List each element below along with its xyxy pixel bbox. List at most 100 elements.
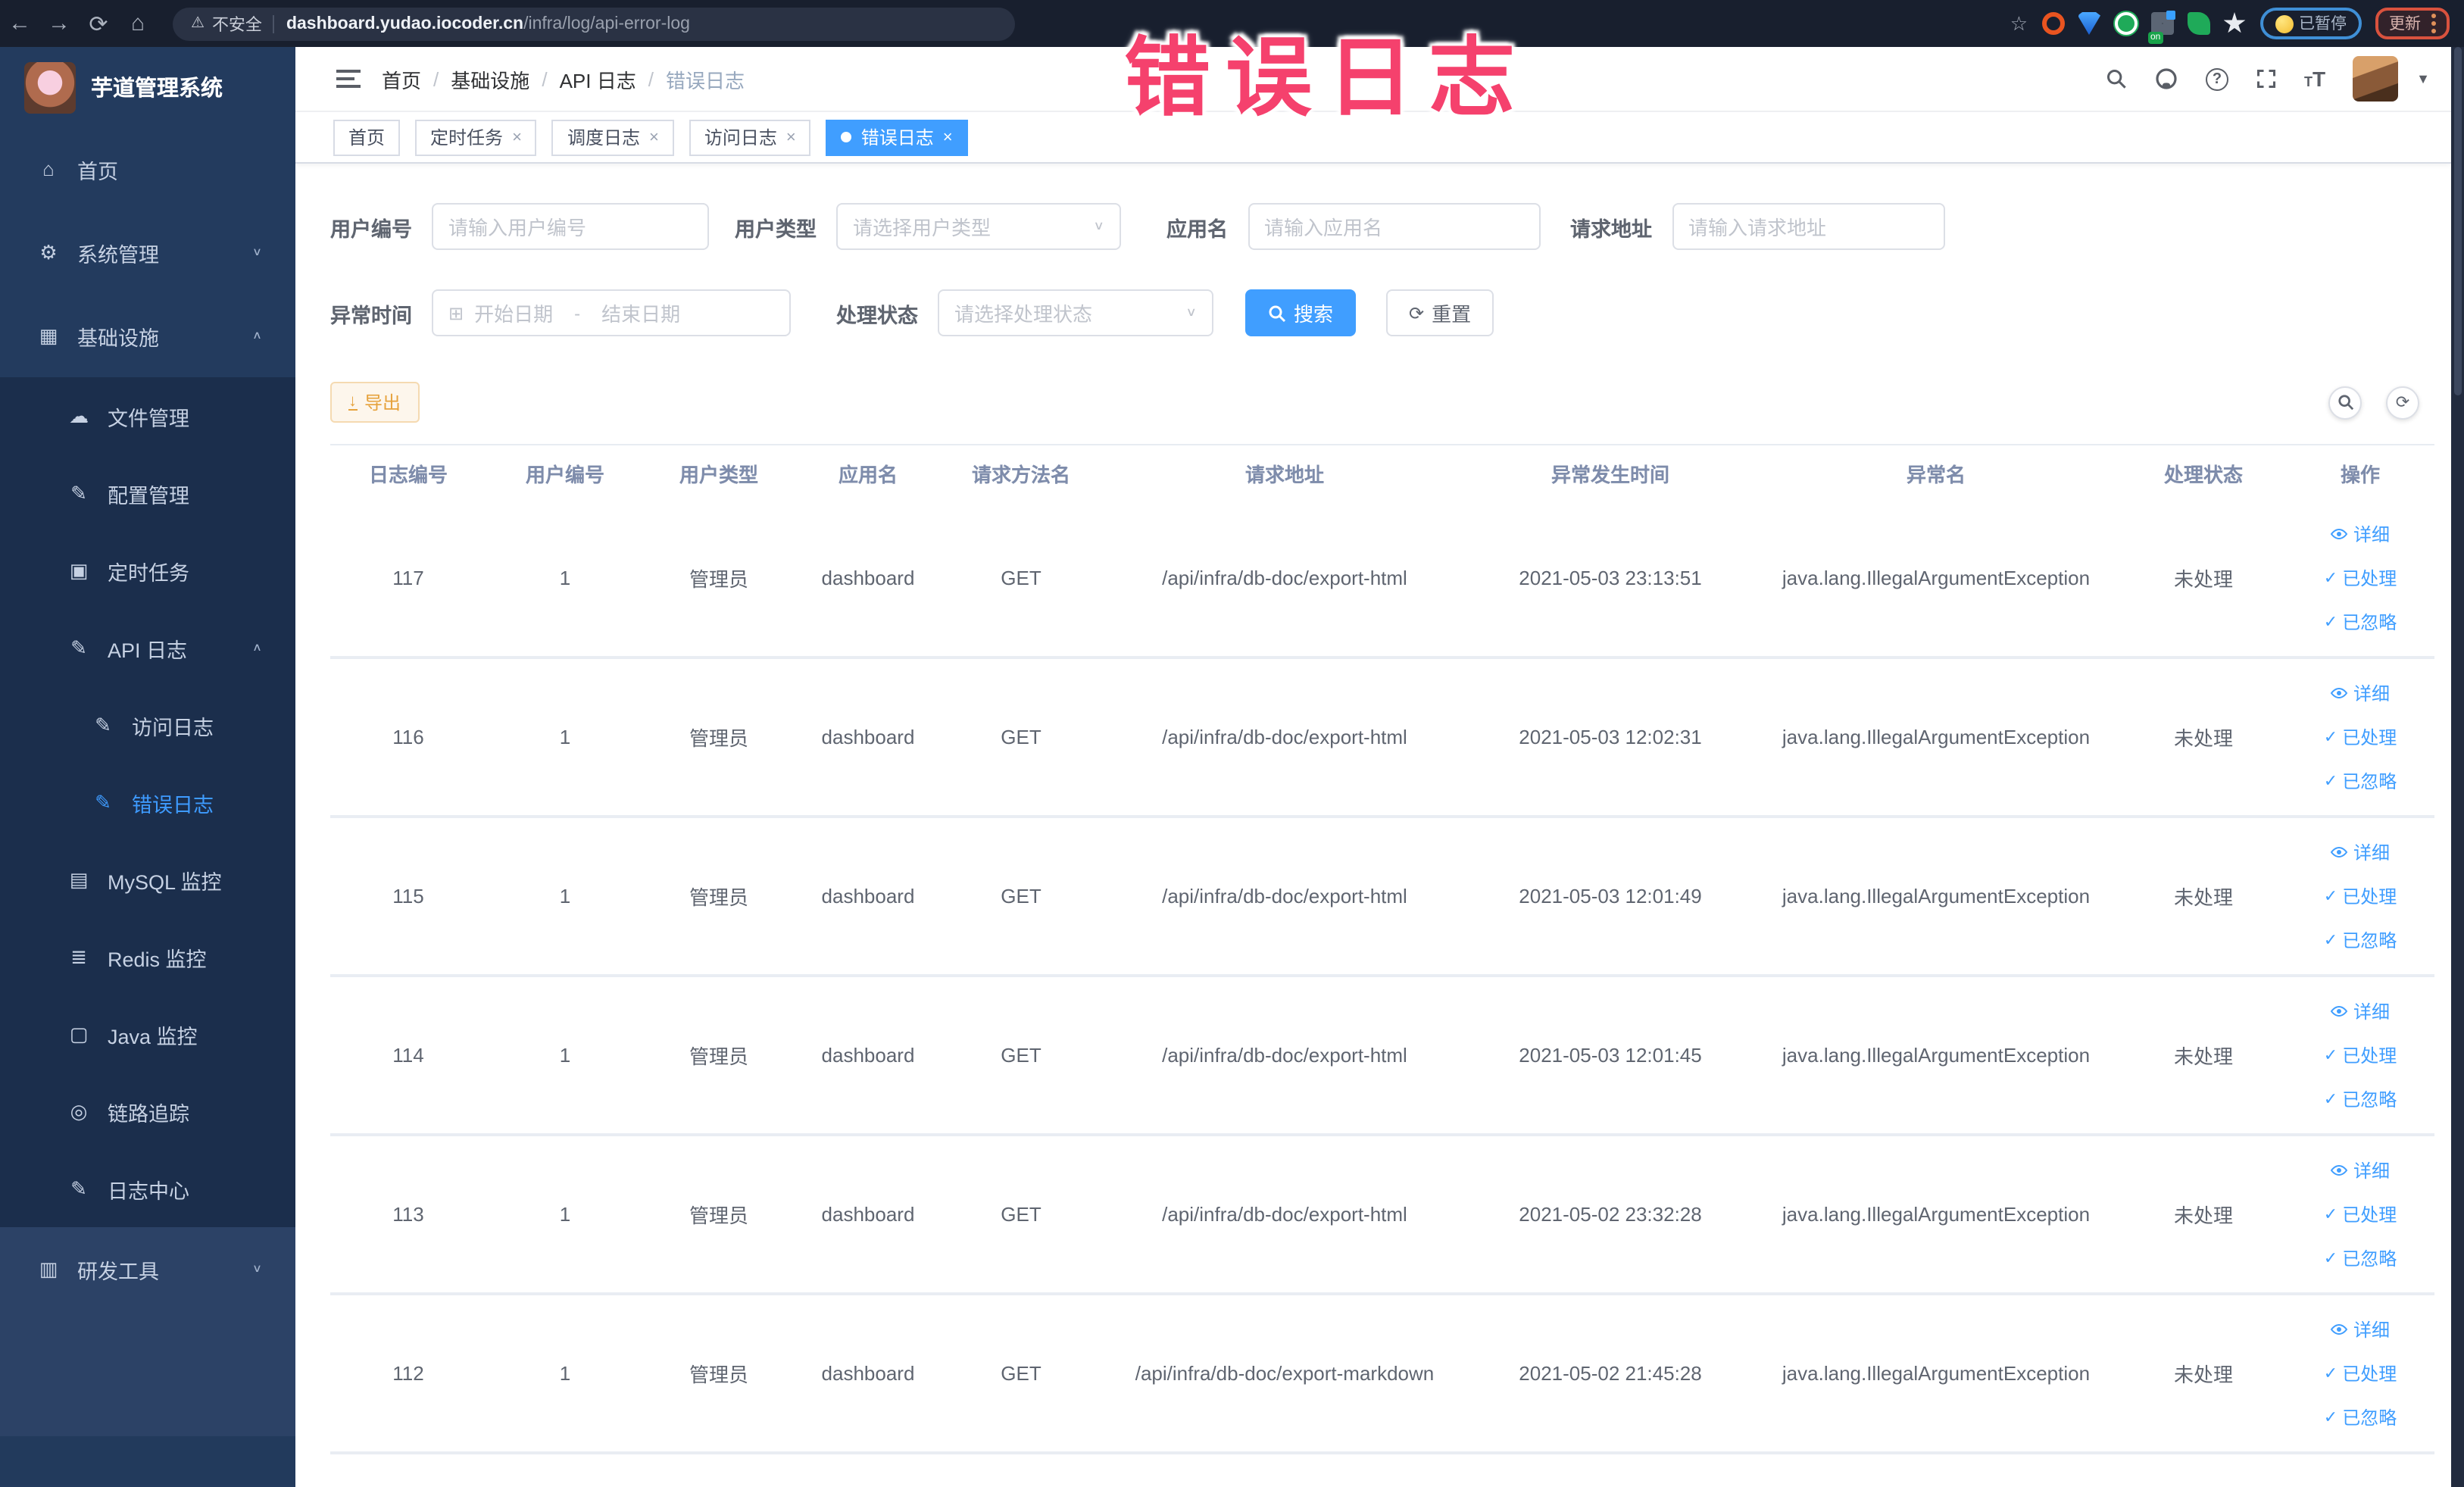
forward-icon[interactable]: → [39,11,79,36]
user-id-input[interactable]: 请输入用户编号 [432,203,709,250]
sidebar-item-Java 监控[interactable]: ▢ Java 监控 [0,995,295,1073]
export-button[interactable]: ↓ 导出 [330,382,420,423]
tab-错误日志[interactable]: 错误日志 × [826,119,968,155]
user-avatar[interactable] [2353,56,2399,102]
home-icon[interactable]: ⌂ [118,11,158,36]
sidebar-item-API 日志[interactable]: ✎ API 日志 ∧ [0,609,295,686]
browser-menu-icon[interactable] [2431,14,2436,33]
back-icon[interactable]: ← [0,11,39,36]
processed-link[interactable]: ✓ 已处理 [2324,1201,2397,1227]
grid-dot [2166,11,2175,20]
table-row[interactable]: 114 1 管理员 dashboard GET /api/infra/db-do… [330,977,2434,1136]
download-icon: ↓ [348,392,357,411]
detail-link[interactable]: 详细 [2331,1157,2390,1183]
sidebar-item-链路追踪[interactable]: ◎ 链路追踪 [0,1073,295,1150]
table-row[interactable]: 112 1 管理员 dashboard GET /api/infra/db-do… [330,1295,2434,1454]
header-cell: 应用名 [838,463,898,486]
check-icon: ✓ [2323,1409,2338,1427]
reload-icon[interactable]: ⟳ [79,10,118,37]
extension-green-icon[interactable] [2114,12,2137,35]
user-type-select[interactable]: 请选择用户类型 ∨ [836,203,1121,250]
process-status-select[interactable]: 请选择处理状态 ∨ [938,289,1213,336]
table-row[interactable]: 117 1 管理员 dashboard GET /api/infra/db-do… [330,500,2434,659]
search-toggle-button[interactable] [2328,386,2362,419]
ignored-link[interactable]: ✓ 已忽略 [2324,1086,2397,1112]
ignored-link[interactable]: ✓ 已忽略 [2324,927,2397,953]
table-row[interactable]: 116 1 管理员 dashboard GET /api/infra/db-do… [330,659,2434,818]
reset-button[interactable]: ⟳ 重置 [1386,289,1494,336]
tab-调度日志[interactable]: 调度日志 × [551,119,674,155]
close-icon[interactable]: × [512,128,522,146]
github-icon[interactable] [2154,67,2178,91]
detail-link[interactable]: 详细 [2331,998,2390,1024]
sidebar-item-文件管理[interactable]: ☁ 文件管理 [0,377,295,455]
extension-leaf-icon[interactable] [2187,12,2209,35]
detail-link[interactable]: 详细 [2331,839,2390,865]
processed-link[interactable]: ✓ 已处理 [2324,1360,2397,1386]
help-icon[interactable]: ? [2206,67,2229,90]
url-path: /infra/log/api-error-log [523,14,690,33]
font-size-icon[interactable]: TT [2304,67,2325,91]
search-icon[interactable] [2106,68,2127,89]
date-range-input[interactable]: ⊞ 开始日期 - 结束日期 [432,289,791,336]
sidebar-item-MySQL 监控[interactable]: ▤ MySQL 监控 [0,841,295,918]
sidebar-item-Redis 监控[interactable]: ≣ Redis 监控 [0,918,295,995]
overlay-annotation: 错误日志 [1124,30,1530,127]
close-icon[interactable]: × [786,128,796,146]
refresh-table-button[interactable]: ⟳ [2386,386,2419,419]
sidebar-item-配置管理[interactable]: ✎ 配置管理 [0,455,295,532]
window-scrollbar[interactable] [2451,47,2464,1487]
app-name-input[interactable]: 请输入应用名 [1248,203,1540,250]
tab-首页[interactable]: 首页 [333,119,401,155]
sidebar-item-基础设施[interactable]: ▦ 基础设施 ∧ [0,294,295,377]
request-url-input[interactable]: 请输入请求地址 [1672,203,1944,250]
extension-grid-icon[interactable]: on [2147,11,2175,44]
tab-访问日志[interactable]: 访问日志 × [689,119,811,155]
detail-link[interactable]: 详细 [2331,521,2390,547]
table-row[interactable]: 113 1 管理员 dashboard GET /api/infra/db-do… [330,1136,2434,1295]
ignored-link[interactable]: ✓ 已忽略 [2324,1404,2397,1430]
sidebar-item-日志中心[interactable]: ✎ 日志中心 [0,1150,295,1227]
sidebar-item-错误日志[interactable]: ✎ 错误日志 [0,764,295,841]
fullscreen-icon[interactable] [2256,68,2277,89]
app-logo-row[interactable]: 芋道管理系统 [0,47,295,127]
sidebar-item-研发工具[interactable]: ▥ 研发工具 ∨ [0,1227,295,1310]
extension-puzzle-icon[interactable] [2223,12,2246,33]
sidebar-item-系统管理[interactable]: ⚙ 系统管理 ∨ [0,211,295,294]
scrollbar-thumb[interactable] [2454,47,2462,395]
breadcrumb-item[interactable]: 首页 [382,64,421,93]
header-cell: 操作 [2340,463,2380,486]
detail-link[interactable]: 详细 [2331,1317,2390,1342]
table-row[interactable]: 115 1 管理员 dashboard GET /api/infra/db-do… [330,818,2434,977]
sidebar-item-访问日志[interactable]: ✎ 访问日志 [0,686,295,764]
browser-update-button[interactable]: 更新 [2375,8,2450,39]
ignored-link[interactable]: ✓ 已忽略 [2324,609,2397,635]
sidebar-item-首页[interactable]: ⌂ 首页 [0,127,295,211]
sidebar-item-label: Redis 监控 [108,948,207,970]
tab-定时任务[interactable]: 定时任务 × [415,119,537,155]
search-button[interactable]: 搜索 [1245,289,1357,336]
detail-link[interactable]: 详细 [2331,680,2390,706]
close-icon[interactable]: × [649,128,659,146]
extension-shield-icon[interactable] [2078,12,2100,35]
processed-link[interactable]: ✓ 已处理 [2324,1042,2397,1068]
ignored-link[interactable]: ✓ 已忽略 [2324,1245,2397,1271]
address-bar[interactable]: ⚠ 不安全 dashboard.yudao.iocoder.cn /infra/… [173,7,1015,40]
breadcrumb-item[interactable]: API 日志 [560,64,636,93]
breadcrumb-item[interactable]: 基础设施 [451,64,529,93]
close-icon[interactable]: × [943,128,953,146]
profile-paused-pill[interactable]: 已暂停 [2259,8,2362,39]
processed-link[interactable]: ✓ 已处理 [2324,724,2397,750]
processed-link[interactable]: ✓ 已处理 [2324,883,2397,909]
user-menu-caret-icon[interactable]: ▼ [2416,71,2430,86]
ignored-link[interactable]: ✓ 已忽略 [2324,768,2397,794]
processed-link[interactable]: ✓ 已处理 [2324,565,2397,591]
page-content: 用户编号 请输入用户编号 用户类型 请选择用户类型 ∨ 应用名 请输入应用名 请… [295,203,2451,1454]
cell-request-url: /api/infra/db-doc/export-html [1162,885,1407,908]
active-dot [841,132,852,142]
sidebar-item-定时任务[interactable]: ▣ 定时任务 [0,532,295,609]
filter-row-1: 用户编号 请输入用户编号 用户类型 请选择用户类型 ∨ 应用名 请输入应用名 请… [330,203,2437,250]
sidebar-collapse-icon[interactable] [336,70,361,88]
extension-orange-icon[interactable] [2041,12,2064,35]
bookmark-star-icon[interactable]: ☆ [2010,11,2028,36]
